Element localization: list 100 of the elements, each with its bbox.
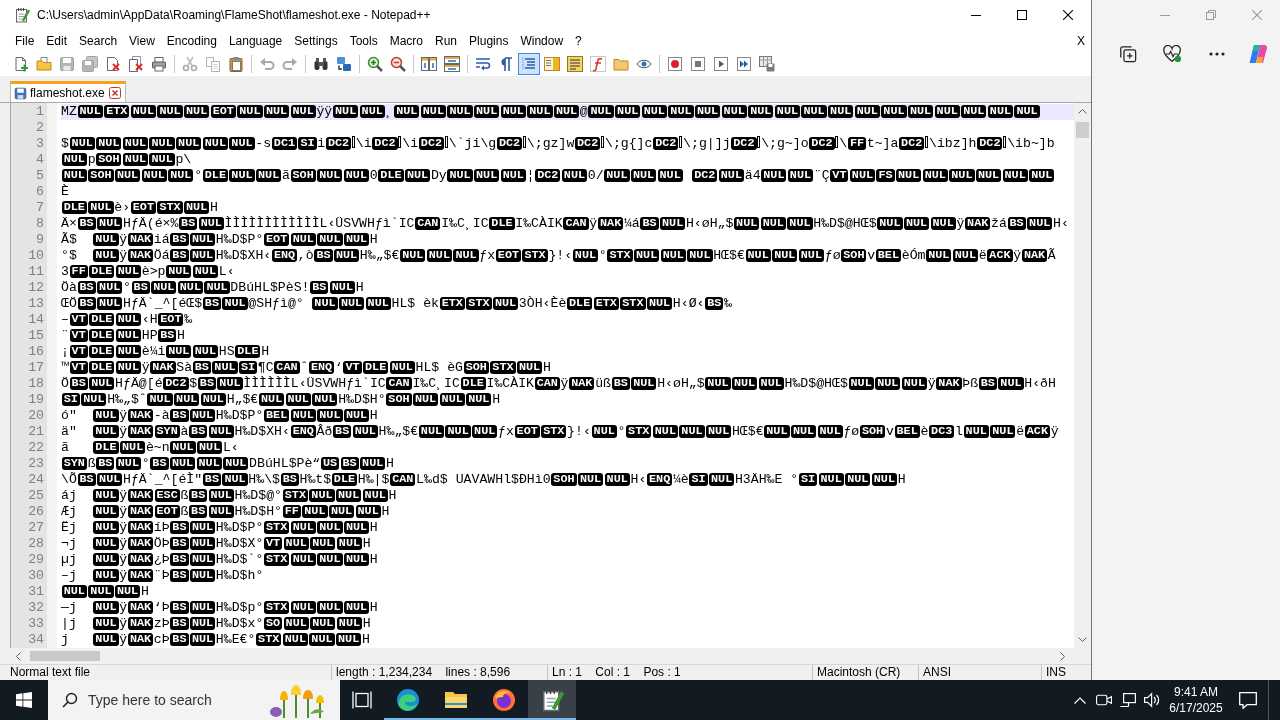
- sync-horizontal-icon[interactable]: [444, 56, 460, 72]
- line-number: 12: [28, 280, 44, 295]
- menu-item[interactable]: ?: [569, 32, 588, 50]
- menu-item[interactable]: Tools: [343, 32, 384, 50]
- minimize-icon[interactable]: [971, 14, 981, 16]
- code-line: 3 FF DLE NUL è>p NUL NUL L‹: [61, 264, 235, 280]
- code-line: ã DLE NUL è~n NUL NUL L‹: [61, 440, 239, 456]
- menu-item[interactable]: Language: [222, 32, 289, 50]
- menu-item[interactable]: Encoding: [160, 32, 223, 50]
- network-icon[interactable]: [1120, 692, 1136, 708]
- zoom-out-icon[interactable]: [390, 56, 406, 72]
- close-icon[interactable]: [1063, 10, 1073, 20]
- code-line: °$ NUL ÿ NAK Öá BS NUL H‰D$XH‹ ENQ ,ò BS NUL H‰„$€ NUL NUL NUL ƒx EOT STX }!‹ NUL ° STX NUL NUL NUL HŒ$€ NUL NUL NUL ƒø SOH v BEL èÓm NUL NUL ë ACK ÿ NAK Ã: [61, 248, 1056, 264]
- close-file-icon[interactable]: [105, 56, 121, 72]
- line-number: 17: [28, 360, 44, 375]
- restore-icon[interactable]: [1206, 10, 1216, 20]
- menu-item[interactable]: File: [9, 32, 41, 50]
- record-icon[interactable]: [667, 56, 683, 72]
- sync-vertical-icon[interactable]: [421, 56, 437, 72]
- fast-forward-icon[interactable]: [736, 56, 752, 72]
- line-number: 1: [36, 104, 44, 119]
- search-icon: [62, 692, 78, 708]
- code-line: Ëj NUL ÿ NAK íÞ BS NUL H‰D$P° STX NUL NUL NUL H: [61, 520, 378, 536]
- menu-item[interactable]: Macro: [383, 32, 429, 50]
- line-number: 30: [28, 568, 44, 583]
- more-icon[interactable]: [1209, 52, 1225, 56]
- code-line: – VT DLE NUL ‹H EOT ‰: [61, 312, 193, 328]
- replace-icon[interactable]: [336, 56, 352, 72]
- code-line: µj NUL ÿ NAK ¿Þ BS NUL H‰D$`° STX NUL NUL NUL H: [61, 552, 378, 568]
- menu-item[interactable]: Run: [429, 32, 464, 50]
- line-number: 26: [28, 504, 44, 519]
- menu-item[interactable]: Window: [514, 32, 570, 50]
- scroll-up-icon[interactable]: [1078, 109, 1087, 114]
- play-icon[interactable]: [713, 56, 729, 72]
- line-number: 23: [28, 456, 44, 471]
- code-line: Öà BS NUL ° BS NUL NUL NUL DBúHL$PèS! BS NUL H: [61, 280, 364, 296]
- new-file-icon[interactable]: [13, 56, 29, 72]
- save-macro-icon[interactable]: [759, 56, 775, 72]
- line-number: 14: [28, 312, 44, 327]
- code-line: –j NUL ÿ NAK ¨Þ BS NUL H‰D$h°: [61, 568, 264, 584]
- notification-icon[interactable]: [1239, 691, 1257, 709]
- close-files-icon[interactable]: [128, 56, 144, 72]
- clipboard-icon[interactable]: [228, 56, 244, 72]
- start-icon[interactable]: [16, 692, 32, 708]
- code-line: ¬j NUL ÿ NAK ÖÞ BS NUL H‰D$X° VT NUL NUL NUL H: [61, 536, 371, 552]
- line-number: 31: [28, 584, 44, 599]
- document-tab[interactable]: flameshot.exe: [10, 81, 126, 102]
- line-ending-label: Macintosh (CR): [817, 665, 901, 679]
- scroll-down-icon[interactable]: [1078, 637, 1087, 642]
- maximize-icon[interactable]: [1017, 10, 1027, 20]
- printer-icon[interactable]: [151, 56, 167, 72]
- line-number: 20: [28, 408, 44, 423]
- line-number: 24: [28, 472, 44, 487]
- menu-item[interactable]: Search: [73, 32, 124, 50]
- word-wrap-icon[interactable]: [475, 56, 491, 72]
- search-input[interactable]: Type here to search: [88, 692, 248, 708]
- binoculars-icon[interactable]: [313, 56, 329, 72]
- video-camera-icon[interactable]: [1096, 693, 1112, 707]
- line-number: 6: [36, 184, 44, 199]
- scrollbar-thumb[interactable]: [30, 651, 100, 661]
- line-number: 28: [28, 536, 44, 551]
- scroll-left-icon[interactable]: [16, 651, 21, 661]
- line-number: 22: [28, 440, 44, 455]
- code-line: $ NUL NUL NUL NUL NUL NUL NUL -s DC1 SI i DC2 \i DC2 \i DC2 \`ji\g DC2 \;gz]w DC2 \;g{]c DC2 \;g|]j DC2 \;g~]o DC2 \ FF t~]a DC2 \ibz]h DC2 \ib~]b: [61, 136, 1055, 152]
- menu-item[interactable]: Settings: [288, 32, 344, 50]
- code-line: SYN ß BS NUL ° BS NUL NUL NUL DBúHL$Pè“ US BS NUL H: [61, 456, 394, 472]
- menu-item[interactable]: View: [123, 32, 161, 50]
- notepad-icon: [14, 7, 30, 23]
- heart-pulse-icon[interactable]: [1163, 45, 1182, 63]
- code-line: Ã$ NUL ÿ NAK iá BS NUL H‰D$P° EOT NUL NUL NUL H: [61, 232, 378, 248]
- line-number: 32: [28, 600, 44, 615]
- code-line: j NUL ÿ NAK cÞ BS NUL H‰E€° STX NUL NUL NUL H: [61, 632, 370, 648]
- list-icon[interactable]: [567, 56, 583, 72]
- menu-item[interactable]: Plugins: [463, 32, 515, 50]
- chevron-up-icon[interactable]: [1074, 696, 1086, 704]
- function-icon[interactable]: [590, 56, 606, 72]
- code-line: ä" NUL ÿ NAK SYN à BS NUL H‰D$XH‹ ENQ Âð BS NUL H‰„$€ NUL NUL NUL ƒx EOT STX }!‹ NUL ° STX NUL NUL NUL HŒ$€ NUL NUL NUL ƒø SOH v BEL è DC3 l NUL NUL ë ACK ÿ: [61, 424, 1059, 440]
- open-folder-icon[interactable]: [36, 56, 52, 72]
- stop-icon[interactable]: [690, 56, 706, 72]
- ribbon-logo-icon[interactable]: [1248, 44, 1268, 64]
- indent-guide-icon[interactable]: [518, 53, 540, 75]
- notepad-icon[interactable]: [528, 680, 576, 720]
- code-line: ó" NUL ÿ NAK -à BS NUL H‰D$P° BEL NUL NUL NUL H: [61, 408, 378, 424]
- square-plus-icon[interactable]: [1119, 45, 1137, 63]
- zoom-in-icon[interactable]: [367, 56, 383, 72]
- line-number: 13: [28, 296, 44, 311]
- code-line: ¨ VT DLE NUL HP BS H: [61, 328, 185, 344]
- speaker-icon[interactable]: [1144, 692, 1160, 708]
- scroll-right-icon[interactable]: [1060, 651, 1065, 661]
- close-document-button[interactable]: X: [1071, 32, 1091, 50]
- line-number: 2: [36, 120, 44, 135]
- menu-item[interactable]: Edit: [40, 32, 74, 50]
- panel-icon[interactable]: [544, 56, 560, 72]
- line-number: 11: [28, 264, 44, 279]
- clock-date: 6/17/2025: [1169, 700, 1223, 716]
- clock-time: 9:41 AM: [1174, 684, 1218, 700]
- line-number: 34: [28, 632, 44, 647]
- scrollbar-thumb[interactable]: [1076, 122, 1089, 138]
- horizontal-scrollbar[interactable]: [0, 648, 1091, 664]
- line-number: 7: [36, 200, 44, 215]
